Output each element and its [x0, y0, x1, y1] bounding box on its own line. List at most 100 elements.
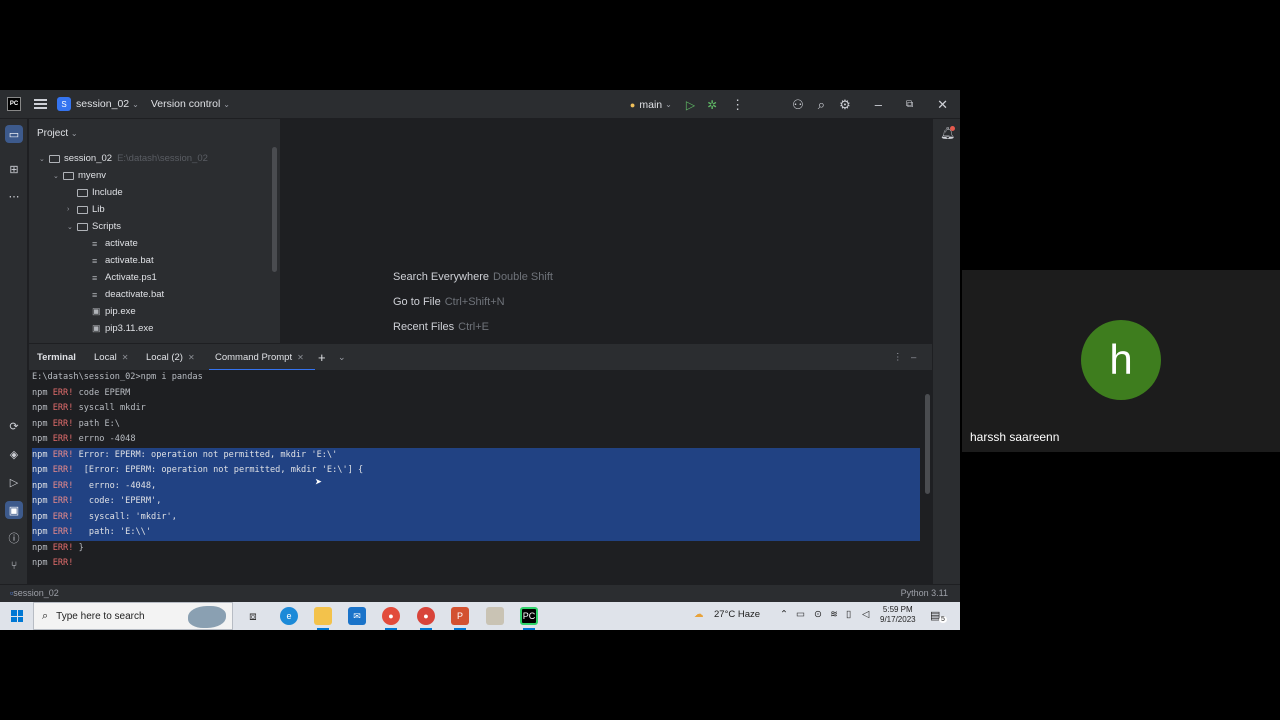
close-tab-icon[interactable]: ✕ [297, 353, 304, 362]
weather-text[interactable]: 27°C Haze [714, 609, 760, 620]
more-actions-icon[interactable]: ⋮ [731, 97, 744, 113]
minimize-icon[interactable]: – [875, 97, 882, 112]
tree-item-label: myenv [78, 170, 106, 181]
tree-item-deactivate-bat[interactable]: ≡ deactivate.bat [92, 286, 164, 303]
project-tool-folder-icon[interactable]: ▭ [5, 125, 23, 143]
windows-start-icon[interactable] [11, 610, 23, 622]
hint-go-to-file[interactable]: Go to File Ctrl+Shift+N [393, 296, 505, 308]
right-tool-strip: 🔔︎ [932, 119, 960, 584]
tree-item-label: Scripts [92, 221, 122, 232]
tree-item-myenv[interactable]: ⌄ myenv [53, 167, 106, 184]
terminal-line-prefix: npm [32, 542, 53, 553]
hint-shortcut: Ctrl+E [458, 321, 490, 333]
terminal-line: E:\datash\session_02>npm i pandas [32, 370, 920, 386]
battery-icon[interactable]: ▯ [846, 609, 851, 620]
services-icon[interactable]: ▷ [5, 473, 23, 491]
search-icon[interactable]: ⌕ [818, 97, 825, 113]
run-config-selector[interactable]: main [639, 99, 662, 111]
project-tree-scrollbar[interactable] [272, 147, 277, 272]
terminal-icon[interactable]: ▣ [5, 501, 23, 519]
terminal-scrollbar[interactable] [925, 394, 930, 494]
problems-icon[interactable]: ⓘ [5, 529, 23, 547]
terminal-line-text: [Error: EPERM: operation not permitted, … [73, 465, 364, 475]
python-packages-icon[interactable]: ⟳ [5, 417, 23, 435]
tab-local[interactable]: Local ✕ [94, 344, 128, 371]
hint-search-everywhere[interactable]: Search Everywhere Double Shift [393, 271, 553, 283]
tree-item-label: Activate.ps1 [105, 272, 157, 283]
tabs-dropdown-chevron-icon[interactable]: ⌄ [338, 344, 346, 371]
terminal-line: npm ERR! path: 'E:\\' [32, 525, 920, 541]
tab-label: Local (2) [146, 352, 183, 363]
mail-icon[interactable]: ✉ [348, 607, 366, 625]
file-explorer-icon[interactable] [314, 607, 332, 625]
close-tab-icon[interactable]: ✕ [188, 353, 195, 362]
participant-video-tile: h harssh saareenn [962, 270, 1280, 452]
hide-panel-icon[interactable]: – [911, 344, 916, 371]
hint-recent-files[interactable]: Recent Files Ctrl+E [393, 321, 489, 333]
structure-icon[interactable]: ⊞ [5, 160, 23, 178]
tab-local-2[interactable]: Local (2) ✕ [146, 344, 195, 371]
new-tab-plus-icon[interactable]: + [318, 344, 326, 371]
chrome-profile-icon[interactable]: ● [417, 607, 435, 625]
more-tools-icon[interactable]: ⋯ [5, 187, 23, 205]
app-tray-icon[interactable]: ⊙ [814, 609, 822, 620]
status-project[interactable]: ▫session_02 [10, 588, 59, 598]
tab-command-prompt[interactable]: Command Prompt ✕ [215, 344, 304, 371]
pycharm-taskbar-icon[interactable]: PC [520, 607, 538, 625]
task-view-icon[interactable]: ⧈ [244, 607, 262, 625]
volume-icon[interactable]: ◁ [862, 609, 869, 620]
run-icon[interactable]: ▷ [686, 98, 695, 112]
close-tab-icon[interactable]: ✕ [122, 353, 129, 362]
git-branch-icon[interactable]: ⑂ [5, 557, 23, 575]
status-bar: ▫session_02 Python 3.11 [0, 584, 960, 602]
version-control-menu[interactable]: Version control [151, 98, 220, 110]
terminal-line: npm ERR! syscall mkdir [32, 401, 920, 417]
status-interpreter[interactable]: Python 3.11 [901, 588, 948, 598]
powerpoint-icon[interactable]: P [451, 607, 469, 625]
tree-item-session-02[interactable]: ⌄ session_02 E:\datash\session_02 [39, 150, 208, 167]
add-user-icon[interactable]: ⚇ [792, 97, 804, 113]
tree-item-activate-bat[interactable]: ≡ activate.bat [92, 252, 154, 269]
terminal-line-text: path: 'E:\\' [73, 527, 152, 537]
hint-shortcut: Ctrl+Shift+N [444, 296, 505, 308]
edge-icon[interactable]: e [280, 607, 298, 625]
text-file-icon: ≡ [92, 289, 98, 300]
tree-item-activate[interactable]: ≡ activate [92, 235, 138, 252]
terminal-options-icon[interactable]: ⋮ [893, 344, 903, 371]
tab-label: Local [94, 352, 117, 363]
folder-icon [77, 188, 88, 197]
terminal-line-text: code EPERM [73, 387, 131, 398]
tree-item-activate-ps1[interactable]: ≡ Activate.ps1 [92, 269, 157, 286]
tree-item-pip3-11-exe[interactable]: ▣ pip3.11.exe [92, 320, 153, 337]
taskbar-clock[interactable]: 5:59 PM 9/17/2023 [880, 605, 916, 625]
status-project-label: session_02 [13, 588, 59, 598]
chrome-icon[interactable]: ● [382, 607, 400, 625]
restore-icon[interactable]: ⧉ [906, 99, 913, 110]
tray-chevron-icon[interactable]: ⌃ [780, 609, 788, 620]
project-selector[interactable]: session_02 [76, 98, 129, 110]
settings-gear-icon[interactable]: ⚙ [839, 97, 851, 113]
tree-item-label: activate.bat [105, 255, 154, 266]
taskbar-search[interactable]: ⌕ Type here to search [33, 602, 233, 630]
terminal-line-prefix: E:\datash\session_02>npm i pandas [32, 372, 203, 382]
terminal-output[interactable]: E:\datash\session_02>npm i pandas npm ERR… [29, 370, 932, 584]
terminal-line-text: code: 'EPERM', [73, 496, 162, 506]
folder-icon [49, 154, 60, 163]
notification-count-badge: 5 [939, 616, 947, 623]
windows-taskbar: ⌕ Type here to search ⧈ e ✉ ● ● P PC ☁ 2… [0, 602, 960, 630]
layers-icon[interactable]: ◈ [5, 445, 23, 463]
project-panel-title[interactable]: Project ⌄ [37, 128, 78, 139]
debug-icon[interactable]: ✲ [707, 98, 717, 112]
hint-action: Go to File [393, 296, 441, 308]
close-icon[interactable]: ✕ [937, 97, 948, 113]
tree-item-scripts[interactable]: ⌄ Scripts [67, 218, 121, 235]
terminal-error-tag: ERR! [52, 511, 74, 522]
tree-item-lib[interactable]: › Lib [67, 201, 105, 218]
app-icon[interactable] [486, 607, 504, 625]
tree-item-include[interactable]: Include [67, 184, 123, 201]
camera-icon[interactable]: ▭ [796, 609, 805, 620]
main-menu-icon[interactable] [34, 99, 47, 109]
tree-item-pip-exe[interactable]: ▣ pip.exe [92, 303, 136, 320]
hint-action: Search Everywhere [393, 271, 489, 283]
wifi-icon[interactable]: ≋ [830, 609, 838, 620]
